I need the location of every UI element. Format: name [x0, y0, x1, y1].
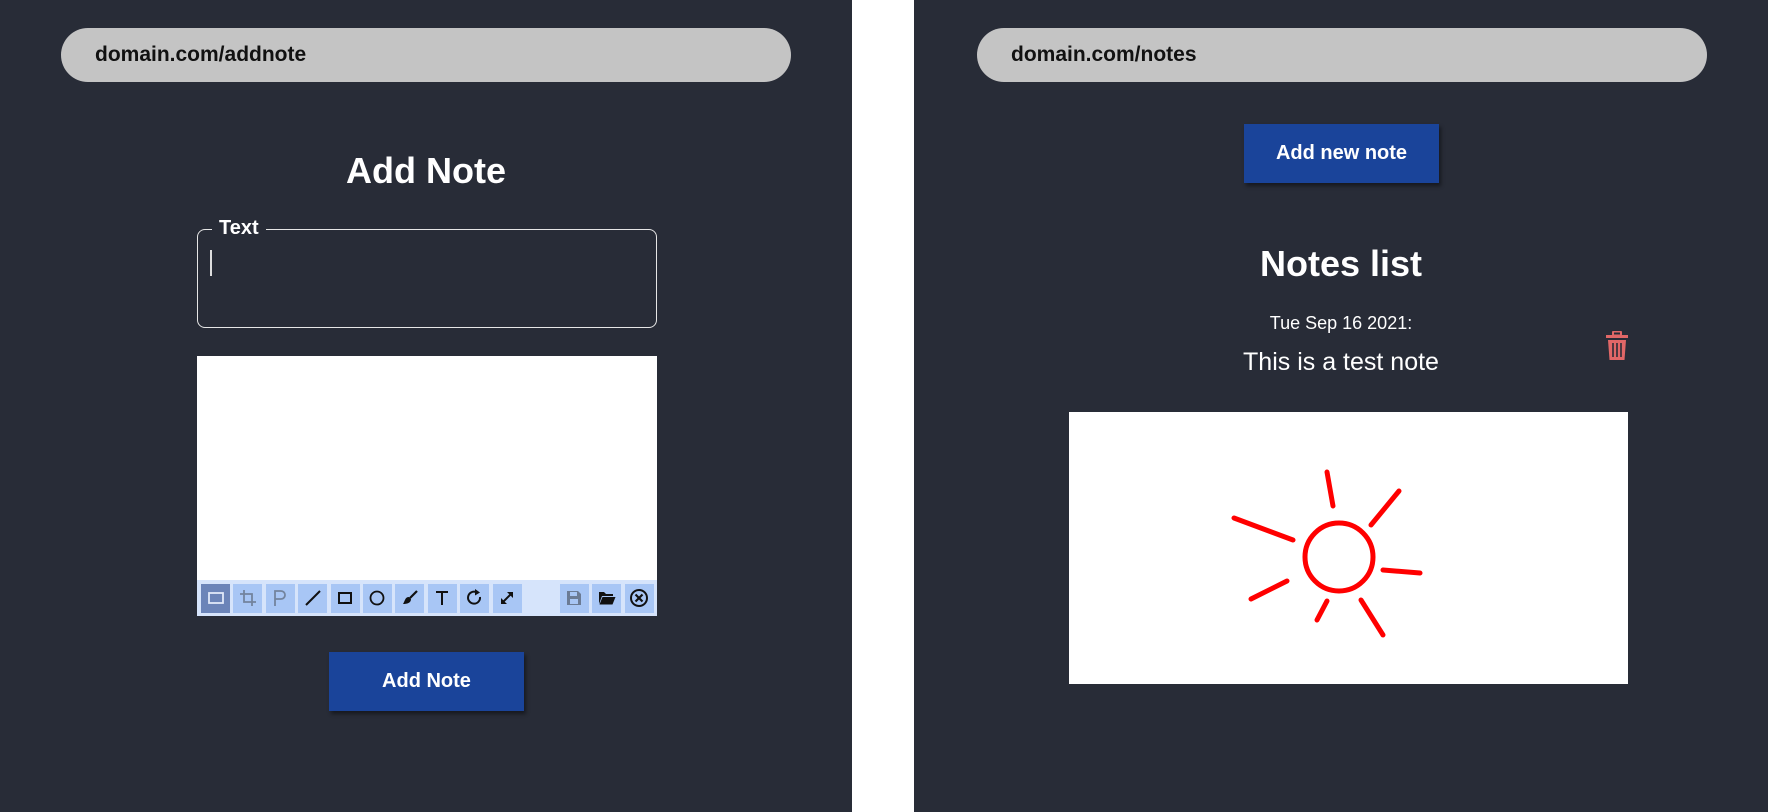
select-tool-button[interactable] [201, 583, 230, 613]
select-tool-icon [207, 592, 224, 604]
resize-tool-button[interactable] [492, 583, 522, 613]
drawing-canvas[interactable] [197, 356, 657, 616]
page-title: Add Note [346, 150, 506, 191]
brush-tool-button[interactable] [395, 583, 425, 613]
save-tool-button[interactable] [559, 583, 589, 613]
note-text-input[interactable] [198, 230, 656, 327]
save-icon [567, 591, 582, 605]
add-new-note-button[interactable]: Add new note [1244, 124, 1439, 183]
notes-list-panel: domain.com/notes Add new note Notes list… [914, 0, 1768, 812]
sun-drawing [1231, 469, 1423, 638]
redo-icon [466, 589, 481, 605]
pen-tool-button[interactable] [265, 583, 295, 613]
close-circle-icon [630, 589, 649, 607]
rectangle-icon [338, 592, 353, 604]
redo-tool-button[interactable] [460, 583, 490, 613]
clear-tool-button[interactable] [624, 583, 654, 613]
address-bar-url: domain.com/notes [1011, 43, 1197, 66]
trash-icon[interactable] [1605, 331, 1629, 361]
note-drawing [1069, 412, 1628, 684]
text-field[interactable]: Text [197, 216, 657, 328]
add-note-panel: domain.com/addnote Add Note Text Add Not… [0, 0, 852, 812]
pen-icon [274, 590, 287, 606]
open-tool-button[interactable] [592, 583, 622, 613]
note-date: Tue Sep 16 2021: [1269, 313, 1413, 333]
brush-icon [402, 590, 418, 604]
rectangle-tool-button[interactable] [330, 583, 360, 613]
ellipse-tool-button[interactable] [362, 583, 392, 613]
line-icon [304, 590, 321, 606]
line-tool-button[interactable] [298, 583, 328, 613]
text-tool-button[interactable] [427, 583, 457, 613]
address-bar[interactable]: domain.com/addnote [61, 28, 791, 82]
crop-tool-button[interactable] [233, 583, 263, 613]
notes-list-title: Notes list [1259, 243, 1423, 284]
crop-icon [239, 590, 256, 606]
address-bar[interactable]: domain.com/notes [977, 28, 1707, 82]
resize-icon [501, 592, 514, 604]
drawing-toolbar [197, 580, 657, 616]
open-folder-icon [598, 592, 616, 605]
text-tool-icon [436, 591, 449, 605]
add-note-button[interactable]: Add Note [329, 652, 524, 711]
note-text: This is a test note [1243, 348, 1439, 376]
ellipse-icon [370, 590, 385, 606]
address-bar-url: domain.com/addnote [95, 43, 307, 66]
